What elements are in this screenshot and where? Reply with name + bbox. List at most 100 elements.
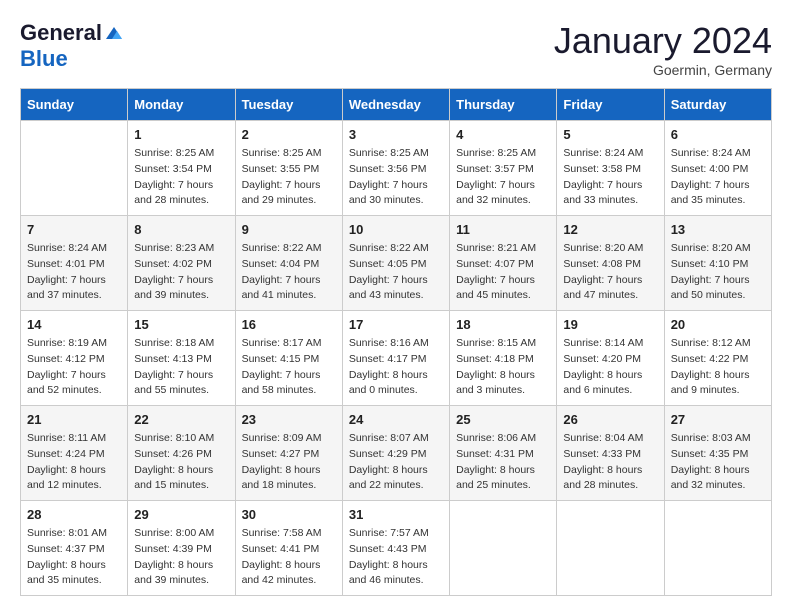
day-info: Sunrise: 8:14 AMSunset: 4:20 PMDaylight:… [563, 336, 657, 399]
day-info: Sunrise: 8:11 AMSunset: 4:24 PMDaylight:… [27, 431, 121, 494]
day-info: Sunrise: 7:57 AMSunset: 4:43 PMDaylight:… [349, 526, 443, 589]
day-info: Sunrise: 8:07 AMSunset: 4:29 PMDaylight:… [349, 431, 443, 494]
header-day-saturday: Saturday [664, 89, 771, 121]
week-row: 28 Sunrise: 8:01 AMSunset: 4:37 PMDayligh… [21, 501, 772, 596]
day-number: 31 [349, 507, 443, 522]
day-info: Sunrise: 8:16 AMSunset: 4:17 PMDaylight:… [349, 336, 443, 399]
day-info: Sunrise: 8:15 AMSunset: 4:18 PMDaylight:… [456, 336, 550, 399]
day-number: 14 [27, 317, 121, 332]
day-info: Sunrise: 8:24 AMSunset: 3:58 PMDaylight:… [563, 146, 657, 209]
logo: General Blue [20, 20, 124, 72]
calendar-cell: 29 Sunrise: 8:00 AMSunset: 4:39 PMDayligh… [128, 501, 235, 596]
day-info: Sunrise: 8:20 AMSunset: 4:10 PMDaylight:… [671, 241, 765, 304]
month-title: January 2024 [554, 20, 772, 62]
day-number: 13 [671, 222, 765, 237]
day-number: 19 [563, 317, 657, 332]
calendar-cell [664, 501, 771, 596]
day-number: 5 [563, 127, 657, 142]
day-number: 25 [456, 412, 550, 427]
day-info: Sunrise: 8:19 AMSunset: 4:12 PMDaylight:… [27, 336, 121, 399]
header-row: SundayMondayTuesdayWednesdayThursdayFrid… [21, 89, 772, 121]
calendar-cell: 15Sunrise: 8:18 AMSunset: 4:13 PMDayligh… [128, 311, 235, 406]
day-number: 20 [671, 317, 765, 332]
calendar-cell: 22 Sunrise: 8:10 AMSunset: 4:26 PMDayligh… [128, 406, 235, 501]
day-number: 23 [242, 412, 336, 427]
day-info: Sunrise: 8:22 AMSunset: 4:05 PMDaylight:… [349, 241, 443, 304]
logo-blue: Blue [20, 46, 68, 72]
day-info: Sunrise: 8:06 AMSunset: 4:31 PMDaylight:… [456, 431, 550, 494]
calendar-cell: 13 Sunrise: 8:20 AMSunset: 4:10 PMDayligh… [664, 216, 771, 311]
day-number: 11 [456, 222, 550, 237]
day-number: 15 [134, 317, 228, 332]
calendar-cell: 28 Sunrise: 8:01 AMSunset: 4:37 PMDayligh… [21, 501, 128, 596]
day-number: 1 [134, 127, 228, 142]
day-info: Sunrise: 8:00 AMSunset: 4:39 PMDaylight:… [134, 526, 228, 589]
day-number: 7 [27, 222, 121, 237]
day-number: 9 [242, 222, 336, 237]
calendar-cell: 25 Sunrise: 8:06 AMSunset: 4:31 PMDayligh… [450, 406, 557, 501]
calendar-cell: 7 Sunrise: 8:24 AMSunset: 4:01 PMDaylight… [21, 216, 128, 311]
header-day-monday: Monday [128, 89, 235, 121]
day-info: Sunrise: 8:25 AMSunset: 3:55 PMDaylight:… [242, 146, 336, 209]
day-info: Sunrise: 8:24 AMSunset: 4:01 PMDaylight:… [27, 241, 121, 304]
day-info: Sunrise: 8:17 AMSunset: 4:15 PMDaylight:… [242, 336, 336, 399]
calendar-cell: 24Sunrise: 8:07 AMSunset: 4:29 PMDayligh… [342, 406, 449, 501]
day-number: 3 [349, 127, 443, 142]
calendar-cell [21, 121, 128, 216]
calendar-cell: 10Sunrise: 8:22 AMSunset: 4:05 PMDayligh… [342, 216, 449, 311]
calendar-body: 1 Sunrise: 8:25 AMSunset: 3:54 PMDaylight… [21, 121, 772, 596]
day-info: Sunrise: 7:58 AMSunset: 4:41 PMDaylight:… [242, 526, 336, 589]
logo-icon [104, 23, 124, 43]
calendar-cell: 19 Sunrise: 8:14 AMSunset: 4:20 PMDayligh… [557, 311, 664, 406]
day-info: Sunrise: 8:01 AMSunset: 4:37 PMDaylight:… [27, 526, 121, 589]
calendar-cell: 14 Sunrise: 8:19 AMSunset: 4:12 PMDayligh… [21, 311, 128, 406]
week-row: 21Sunrise: 8:11 AMSunset: 4:24 PMDayligh… [21, 406, 772, 501]
day-info: Sunrise: 8:21 AMSunset: 4:07 PMDaylight:… [456, 241, 550, 304]
day-info: Sunrise: 8:25 AMSunset: 3:54 PMDaylight:… [134, 146, 228, 209]
day-number: 30 [242, 507, 336, 522]
day-number: 28 [27, 507, 121, 522]
week-row: 14 Sunrise: 8:19 AMSunset: 4:12 PMDayligh… [21, 311, 772, 406]
calendar-cell: 27Sunrise: 8:03 AMSunset: 4:35 PMDayligh… [664, 406, 771, 501]
calendar-cell: 31 Sunrise: 7:57 AMSunset: 4:43 PMDayligh… [342, 501, 449, 596]
calendar-table: SundayMondayTuesdayWednesdayThursdayFrid… [20, 88, 772, 596]
calendar-cell: 3Sunrise: 8:25 AMSunset: 3:56 PMDaylight… [342, 121, 449, 216]
day-info: Sunrise: 8:09 AMSunset: 4:27 PMDaylight:… [242, 431, 336, 494]
week-row: 1 Sunrise: 8:25 AMSunset: 3:54 PMDaylight… [21, 121, 772, 216]
calendar-header: SundayMondayTuesdayWednesdayThursdayFrid… [21, 89, 772, 121]
title-section: January 2024 Goermin, Germany [554, 20, 772, 78]
day-number: 12 [563, 222, 657, 237]
calendar-cell: 6Sunrise: 8:24 AMSunset: 4:00 PMDaylight… [664, 121, 771, 216]
day-info: Sunrise: 8:22 AMSunset: 4:04 PMDaylight:… [242, 241, 336, 304]
day-number: 2 [242, 127, 336, 142]
calendar-cell: 1 Sunrise: 8:25 AMSunset: 3:54 PMDaylight… [128, 121, 235, 216]
header-day-wednesday: Wednesday [342, 89, 449, 121]
day-info: Sunrise: 8:25 AMSunset: 3:57 PMDaylight:… [456, 146, 550, 209]
day-number: 29 [134, 507, 228, 522]
day-number: 17 [349, 317, 443, 332]
calendar-cell: 4Sunrise: 8:25 AMSunset: 3:57 PMDaylight… [450, 121, 557, 216]
day-info: Sunrise: 8:23 AMSunset: 4:02 PMDaylight:… [134, 241, 228, 304]
calendar-cell: 9 Sunrise: 8:22 AMSunset: 4:04 PMDaylight… [235, 216, 342, 311]
header-day-thursday: Thursday [450, 89, 557, 121]
day-number: 8 [134, 222, 228, 237]
page-header: General Blue January 2024 Goermin, Germa… [20, 20, 772, 78]
day-number: 16 [242, 317, 336, 332]
calendar-cell: 23 Sunrise: 8:09 AMSunset: 4:27 PMDayligh… [235, 406, 342, 501]
header-day-sunday: Sunday [21, 89, 128, 121]
subtitle: Goermin, Germany [554, 62, 772, 78]
day-number: 22 [134, 412, 228, 427]
day-number: 26 [563, 412, 657, 427]
header-day-friday: Friday [557, 89, 664, 121]
day-info: Sunrise: 8:10 AMSunset: 4:26 PMDaylight:… [134, 431, 228, 494]
week-row: 7 Sunrise: 8:24 AMSunset: 4:01 PMDaylight… [21, 216, 772, 311]
calendar-cell: 18Sunrise: 8:15 AMSunset: 4:18 PMDayligh… [450, 311, 557, 406]
calendar-cell: 8 Sunrise: 8:23 AMSunset: 4:02 PMDaylight… [128, 216, 235, 311]
calendar-cell: 17 Sunrise: 8:16 AMSunset: 4:17 PMDayligh… [342, 311, 449, 406]
calendar-cell: 30 Sunrise: 7:58 AMSunset: 4:41 PMDayligh… [235, 501, 342, 596]
day-info: Sunrise: 8:04 AMSunset: 4:33 PMDaylight:… [563, 431, 657, 494]
calendar-cell: 5 Sunrise: 8:24 AMSunset: 3:58 PMDaylight… [557, 121, 664, 216]
calendar-cell: 11 Sunrise: 8:21 AMSunset: 4:07 PMDayligh… [450, 216, 557, 311]
day-info: Sunrise: 8:03 AMSunset: 4:35 PMDaylight:… [671, 431, 765, 494]
day-info: Sunrise: 8:20 AMSunset: 4:08 PMDaylight:… [563, 241, 657, 304]
